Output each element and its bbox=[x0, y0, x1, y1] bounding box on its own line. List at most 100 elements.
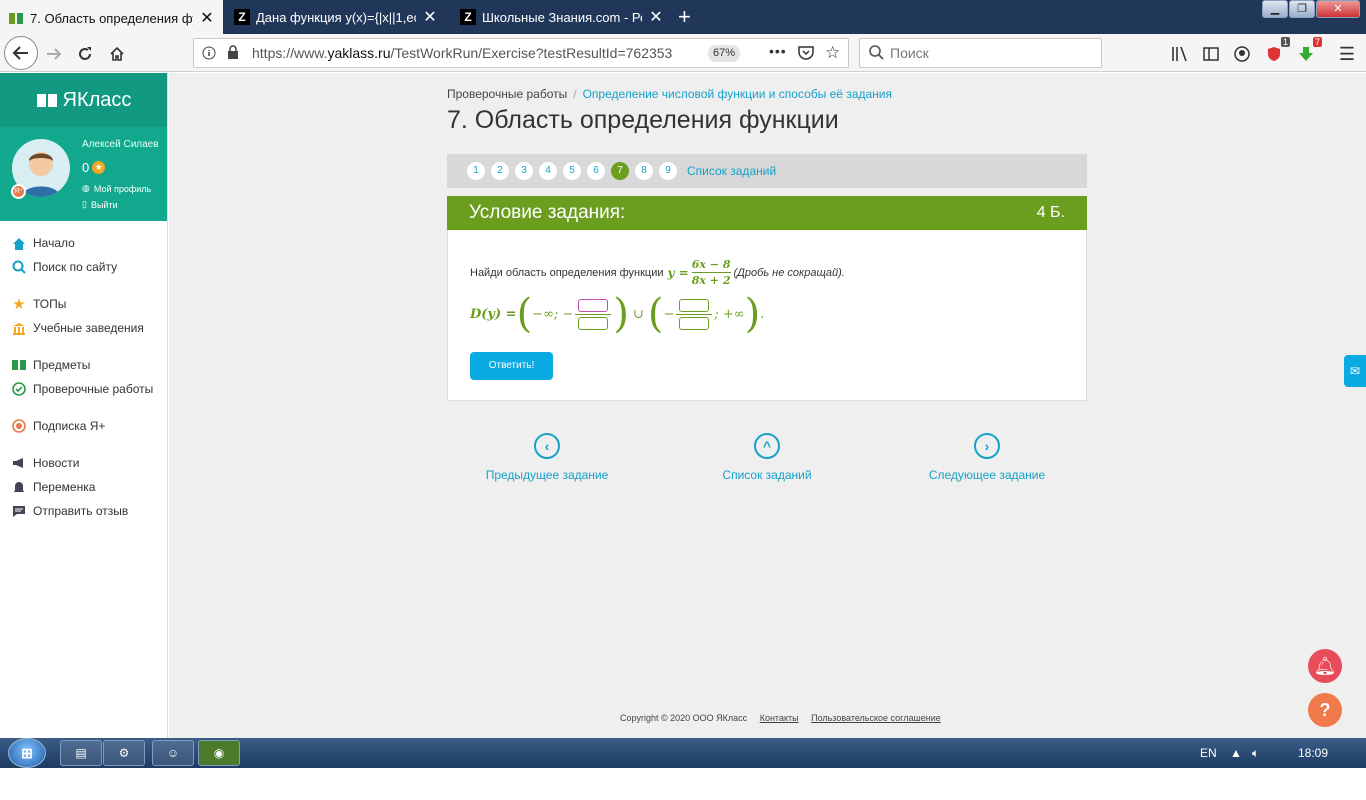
mail-icon[interactable]: ✉ bbox=[1344, 355, 1366, 387]
sidebar-item-news[interactable]: Новости bbox=[0, 451, 167, 475]
sidebar-item-feedback[interactable]: Отправить отзыв bbox=[0, 499, 167, 523]
language-indicator[interactable]: EN bbox=[1200, 746, 1217, 760]
answer-input-1-numerator[interactable] bbox=[578, 298, 609, 312]
school-icon bbox=[12, 321, 26, 335]
profile-icon: ◍ bbox=[82, 183, 90, 193]
page-5[interactable]: 5 bbox=[563, 162, 581, 180]
sidebar-item-subscription[interactable]: Подписка Я+ bbox=[0, 414, 167, 438]
info-icon[interactable] bbox=[202, 46, 216, 63]
breadcrumb-link[interactable]: Определение числовой функции и способы е… bbox=[583, 87, 892, 101]
page-6[interactable]: 6 bbox=[587, 162, 605, 180]
library-icon[interactable] bbox=[1166, 40, 1194, 68]
sidebar-item-tops[interactable]: ★ ТОПы bbox=[0, 292, 167, 316]
arrow-left-icon bbox=[12, 46, 28, 60]
sidebar-item-home[interactable]: Начало bbox=[0, 231, 167, 255]
task-points: 4 Б. bbox=[1036, 204, 1065, 221]
notification-bell-icon[interactable]: 🔔︎ bbox=[1308, 649, 1342, 683]
sidebar-item-break[interactable]: Переменка bbox=[0, 475, 167, 499]
tab-yaklass[interactable]: 7. Область определения функции ✕ bbox=[0, 0, 223, 36]
page-9[interactable]: 9 bbox=[659, 162, 677, 180]
tab-znanija-2[interactable]: Z Школьные Знания.com - Реш ✕ bbox=[452, 0, 672, 34]
new-tab-button[interactable]: + bbox=[678, 0, 704, 34]
page-8[interactable]: 8 bbox=[635, 162, 653, 180]
sidebar-item-schools[interactable]: Учебные заведения bbox=[0, 316, 167, 340]
union-symbol: ∪ bbox=[632, 306, 644, 322]
arrow-right-icon bbox=[47, 48, 62, 60]
agreement-link[interactable]: Пользовательское соглашение bbox=[811, 713, 941, 723]
logout-link[interactable]: ▯ Выйти bbox=[82, 199, 118, 210]
forward-button[interactable] bbox=[40, 40, 68, 68]
task-list-link[interactable]: Список заданий bbox=[687, 164, 776, 178]
right-paren: ) bbox=[744, 291, 761, 337]
page-4[interactable]: 4 bbox=[539, 162, 557, 180]
tab-title: Дана функция y(x)={|x||1,если bbox=[256, 9, 416, 25]
help-icon[interactable]: ? bbox=[1308, 693, 1342, 727]
task-list-bottom-link[interactable]: ^ Список заданий bbox=[687, 433, 847, 482]
taskbar-explorer-icon[interactable]: ▤ bbox=[60, 740, 102, 766]
close-icon[interactable]: ✕ bbox=[648, 7, 664, 27]
answer-equation: D(y) = ( −∞; − ) ∪ ( − ; +∞ ) . bbox=[470, 292, 764, 336]
close-icon[interactable]: ✕ bbox=[422, 7, 438, 27]
maximize-button[interactable]: ❐ bbox=[1289, 0, 1315, 18]
page-7-current[interactable]: 7 bbox=[611, 162, 629, 180]
page-1[interactable]: 1 bbox=[467, 162, 485, 180]
volume-icon[interactable]: 🔈︎ bbox=[1252, 746, 1259, 761]
navigation-bar: https://www.yaklass.ru/TestWorkRun/Exerc… bbox=[0, 34, 1366, 72]
contacts-link[interactable]: Контакты bbox=[760, 713, 799, 723]
user-box: Я⁺ Алексей Силаев 0 ★ ◍ Мой профиль ▯ Выйт… bbox=[0, 127, 167, 221]
megaphone-icon bbox=[12, 456, 26, 470]
more-actions-icon[interactable]: ••• bbox=[769, 43, 787, 59]
account-icon[interactable] bbox=[1228, 40, 1256, 68]
next-task-link[interactable]: › Следующее задание bbox=[907, 433, 1067, 482]
url-bar[interactable]: https://www.yaklass.ru/TestWorkRun/Exerc… bbox=[193, 38, 849, 68]
answer-input-1-denominator[interactable] bbox=[578, 316, 609, 330]
minimize-button[interactable]: ▁ bbox=[1262, 0, 1288, 18]
start-button[interactable]: ⊞ bbox=[8, 738, 46, 768]
pocket-icon[interactable] bbox=[798, 45, 814, 63]
tab-title: 7. Область определения функции bbox=[30, 10, 193, 26]
home-icon bbox=[110, 46, 124, 61]
submit-answer-button[interactable]: Ответить! bbox=[470, 352, 553, 380]
star-icon: ★ bbox=[92, 161, 106, 174]
shield-badge: 1 bbox=[1280, 37, 1290, 47]
shield-icon[interactable]: 1 bbox=[1260, 37, 1290, 68]
logo[interactable]: ЯКласс bbox=[0, 73, 167, 127]
page-3[interactable]: 3 bbox=[515, 162, 533, 180]
bookmark-star-icon[interactable]: ☆ bbox=[825, 43, 840, 63]
menu-icon[interactable]: ☰ bbox=[1333, 40, 1361, 68]
search-field[interactable]: Поиск bbox=[859, 38, 1102, 68]
window-close-button[interactable]: ✕ bbox=[1316, 0, 1360, 18]
home-button[interactable] bbox=[103, 40, 131, 68]
sidebar-item-subjects[interactable]: Предметы bbox=[0, 353, 167, 377]
domain-label: D(y) = bbox=[470, 306, 517, 322]
yaplus-icon bbox=[12, 419, 26, 433]
sidebar-item-tests[interactable]: Проверочные работы bbox=[0, 377, 167, 401]
taskbar-steam-icon[interactable]: ⚙ bbox=[103, 740, 145, 766]
sidebar-item-search[interactable]: Поиск по сайту bbox=[0, 255, 167, 279]
chevron-up-icon: ^ bbox=[754, 433, 780, 459]
page-2[interactable]: 2 bbox=[491, 162, 509, 180]
tray-arrow-icon[interactable]: ▲ bbox=[1230, 746, 1242, 760]
sidebar-toggle-icon[interactable] bbox=[1197, 40, 1225, 68]
function-lhs: y = bbox=[667, 265, 689, 280]
clock[interactable]: 18:09 bbox=[1298, 746, 1328, 760]
condition-title: Условие задания: bbox=[469, 202, 626, 223]
breadcrumb-root[interactable]: Проверочные работы bbox=[447, 87, 567, 101]
tab-znanija-1[interactable]: Z Дана функция y(x)={|x||1,если ✕ bbox=[226, 0, 446, 34]
zoom-level[interactable]: 67% bbox=[708, 45, 741, 62]
prev-task-link[interactable]: ‹ Предыдущее задание bbox=[467, 433, 627, 482]
back-button[interactable] bbox=[4, 36, 38, 70]
question-note: (Дробь не сокращай). bbox=[733, 266, 845, 279]
taskbar-discord-icon[interactable]: ☺ bbox=[152, 740, 194, 766]
profile-link[interactable]: ◍ Мой профиль bbox=[82, 183, 151, 194]
user-name[interactable]: Алексей Силаев bbox=[82, 139, 159, 150]
close-icon[interactable]: ✕ bbox=[199, 8, 215, 28]
reload-button[interactable] bbox=[71, 40, 99, 68]
download-icon[interactable]: 7 bbox=[1292, 37, 1322, 68]
search-placeholder: Поиск bbox=[890, 45, 929, 61]
feedback-icon bbox=[12, 504, 26, 518]
answer-input-2-numerator[interactable] bbox=[679, 298, 710, 312]
taskbar-nvidia-icon[interactable]: ◉ bbox=[198, 740, 240, 766]
lock-icon[interactable] bbox=[227, 45, 239, 63]
answer-input-2-denominator[interactable] bbox=[679, 316, 710, 330]
